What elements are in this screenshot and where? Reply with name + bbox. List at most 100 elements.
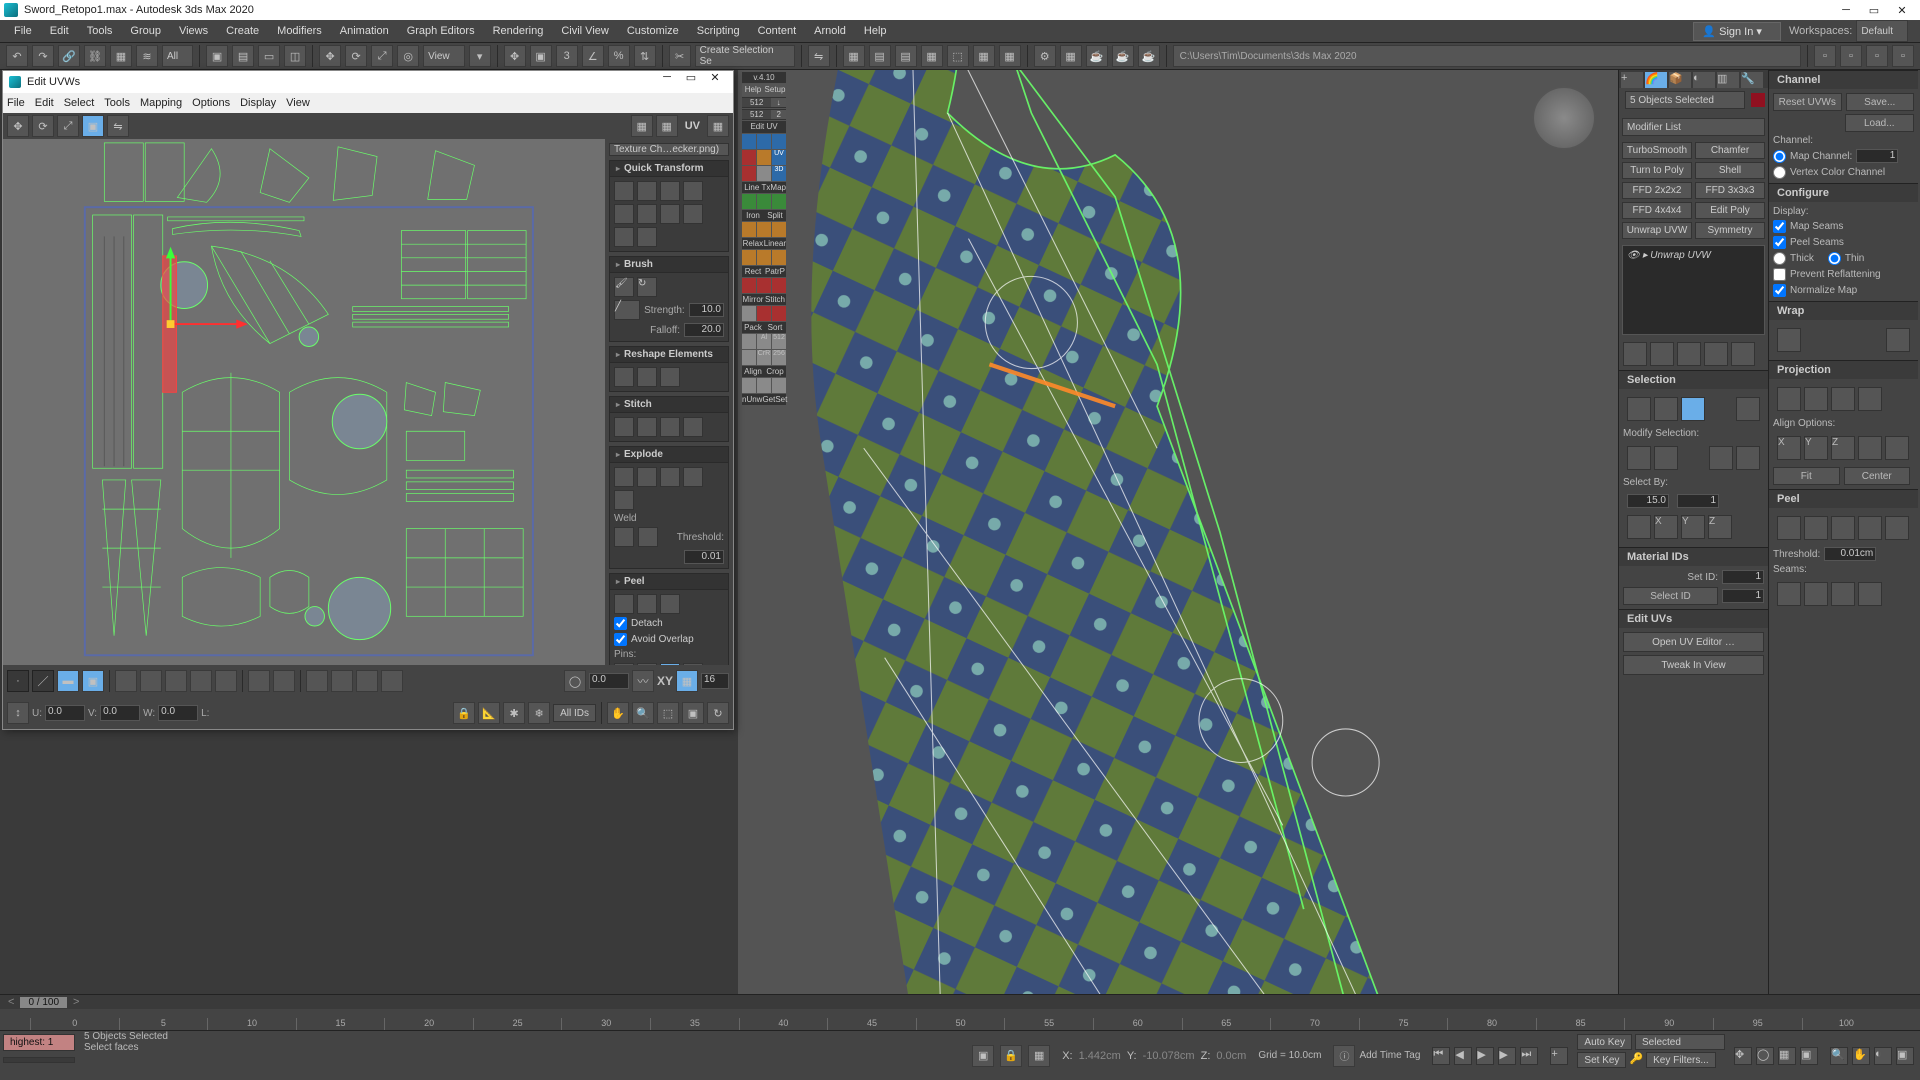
pin-stack-icon[interactable]: [1623, 342, 1647, 366]
brush-falloff-input[interactable]: 20.0: [684, 323, 724, 337]
zoom-icon[interactable]: 🔍: [632, 702, 654, 724]
menu-file[interactable]: File: [6, 23, 40, 39]
sel-vertex-icon[interactable]: [1627, 397, 1651, 421]
uv-menu-file[interactable]: File: [7, 97, 25, 109]
modifier-list-dropdown[interactable]: Modifier List: [1622, 118, 1765, 136]
project-path[interactable]: C:\Users\Tim\Documents\3ds Max 2020: [1173, 45, 1801, 67]
v-input[interactable]: 0.0: [100, 705, 140, 721]
uv-sel-edge[interactable]: ／: [32, 670, 54, 692]
align-x-btn[interactable]: X: [1777, 436, 1801, 460]
isolate-icon[interactable]: ▣: [972, 1045, 994, 1067]
vertex-color-radio[interactable]: [1773, 166, 1786, 179]
render-iter-button[interactable]: ☕: [1138, 45, 1160, 67]
uv-menu-mapping[interactable]: Mapping: [140, 97, 182, 109]
nav3-icon[interactable]: ◐: [1874, 1047, 1892, 1065]
peel4-icon[interactable]: [1858, 516, 1882, 540]
angle-snap-button[interactable]: ∠: [582, 45, 604, 67]
prevent-reflatten-checkbox[interactable]: [1773, 268, 1786, 281]
align-y-btn[interactable]: Y: [1804, 436, 1828, 460]
mod-turbosmooth[interactable]: TurboSmooth: [1622, 142, 1692, 159]
align-z-btn[interactable]: Z: [1831, 436, 1855, 460]
w-input[interactable]: 0.0: [158, 705, 198, 721]
undo-button[interactable]: ↶: [6, 45, 28, 67]
redo-button[interactable]: ↷: [32, 45, 54, 67]
reshape-head[interactable]: Reshape Elements: [610, 347, 728, 363]
pbtn[interactable]: [742, 134, 756, 149]
key-target-dropdown[interactable]: Selected: [1635, 1034, 1725, 1050]
select-object-button[interactable]: ▣: [206, 45, 228, 67]
menu-graph-editors[interactable]: Graph Editors: [399, 23, 483, 39]
loop-icon[interactable]: [1736, 446, 1760, 470]
quick-transform-head[interactable]: Quick Transform: [610, 161, 728, 177]
peel5-icon[interactable]: [1885, 516, 1909, 540]
menu-create[interactable]: Create: [218, 23, 267, 39]
maxscript-out[interactable]: [3, 1057, 75, 1063]
layers-button[interactable]: ▤: [869, 45, 891, 67]
mirror-button[interactable]: ⇋: [808, 45, 830, 67]
uv-scale-button[interactable]: ⤢: [57, 115, 79, 137]
proj4-button[interactable]: ▫: [1892, 45, 1914, 67]
selection-filter[interactable]: All: [162, 45, 193, 67]
tab-create[interactable]: +: [1621, 72, 1643, 88]
zoom-sel-icon[interactable]: ↻: [707, 702, 729, 724]
maximize-button[interactable]: ▭: [1860, 0, 1888, 20]
uv-freeform-button[interactable]: ▣: [82, 115, 104, 137]
zoom-extents-icon[interactable]: ▣: [682, 702, 704, 724]
set-key-button[interactable]: Set Key: [1577, 1052, 1626, 1068]
sel-edge-icon[interactable]: [1654, 397, 1678, 421]
paint-brush-icon[interactable]: 🖌: [614, 277, 634, 297]
lock-icon[interactable]: 🔒: [453, 702, 475, 724]
uv-map-dropdown[interactable]: Texture Ch…ecker.png): [609, 143, 729, 156]
tab-utilities[interactable]: 🔧: [1741, 72, 1763, 88]
fit-button[interactable]: Fit: [1773, 467, 1840, 485]
tweak-in-view-button[interactable]: Tweak In View: [1623, 655, 1764, 675]
unlink-button[interactable]: ⛓: [84, 45, 106, 67]
menu-arnold[interactable]: Arnold: [806, 23, 854, 39]
schematic-view-button[interactable]: ▦: [973, 45, 995, 67]
proj2-button[interactable]: ▫: [1840, 45, 1862, 67]
tab-display[interactable]: ▥: [1717, 72, 1739, 88]
named-selection-dropdown[interactable]: Create Selection Se: [695, 45, 795, 67]
proj1-button[interactable]: ▫: [1814, 45, 1836, 67]
zoom-region-icon[interactable]: ⬚: [657, 702, 679, 724]
menu-help[interactable]: Help: [856, 23, 895, 39]
configure-mod-icon[interactable]: [1731, 342, 1755, 366]
keyboard-button[interactable]: ▣: [530, 45, 552, 67]
menu-group[interactable]: Group: [122, 23, 169, 39]
relax-brush-icon[interactable]: ↻: [637, 277, 657, 297]
reset-uvws-button[interactable]: Reset UVWs: [1773, 93, 1842, 111]
sel-face-icon[interactable]: [1681, 397, 1705, 421]
render-button[interactable]: ☕: [1086, 45, 1108, 67]
load-channel-button[interactable]: Load...: [1845, 114, 1915, 132]
render-frame-button[interactable]: ▦: [1060, 45, 1082, 67]
maxscript-mini[interactable]: highest: 1: [3, 1034, 75, 1051]
close-button[interactable]: ✕: [1888, 0, 1916, 20]
menu-views[interactable]: Views: [171, 23, 216, 39]
remove-mod-icon[interactable]: [1704, 342, 1728, 366]
thin-radio[interactable]: [1828, 252, 1841, 265]
map-channel-value[interactable]: 1: [1856, 149, 1898, 163]
window-crossing-button[interactable]: ◫: [284, 45, 306, 67]
align-norm-btn[interactable]: [1858, 436, 1882, 460]
brush-head[interactable]: Brush: [610, 257, 728, 273]
grid-value[interactable]: 16: [701, 673, 729, 689]
brush-strength-input[interactable]: 10.0: [689, 303, 724, 317]
prev-frame-icon[interactable]: ◀: [1454, 1047, 1472, 1065]
mod-unwrapuvw[interactable]: Unwrap UVW: [1622, 222, 1692, 239]
seam2-icon[interactable]: [1804, 582, 1828, 606]
percent-snap-button[interactable]: %: [608, 45, 630, 67]
time-slider[interactable]: < 0 / 100 >: [0, 995, 1920, 1009]
uv-menu-edit[interactable]: Edit: [35, 97, 54, 109]
tab-modify[interactable]: 🌈: [1645, 72, 1667, 88]
uv-move-button[interactable]: ✥: [7, 115, 29, 137]
map-channel-radio[interactable]: [1773, 150, 1786, 163]
abs-icon[interactable]: ▦: [1028, 1045, 1050, 1067]
uv-sel-face[interactable]: ▬: [57, 670, 79, 692]
tab-motion[interactable]: ◐: [1693, 72, 1715, 88]
time-tag-icon[interactable]: ⓘ: [1333, 1045, 1355, 1067]
planar-angle[interactable]: 15.0: [1627, 494, 1669, 508]
bind-button[interactable]: ▦: [110, 45, 132, 67]
key-filters-button[interactable]: Key Filters...: [1646, 1052, 1716, 1068]
mod-turntopoly[interactable]: Turn to Poly: [1622, 162, 1692, 179]
grid-icon[interactable]: ▦: [676, 670, 698, 692]
